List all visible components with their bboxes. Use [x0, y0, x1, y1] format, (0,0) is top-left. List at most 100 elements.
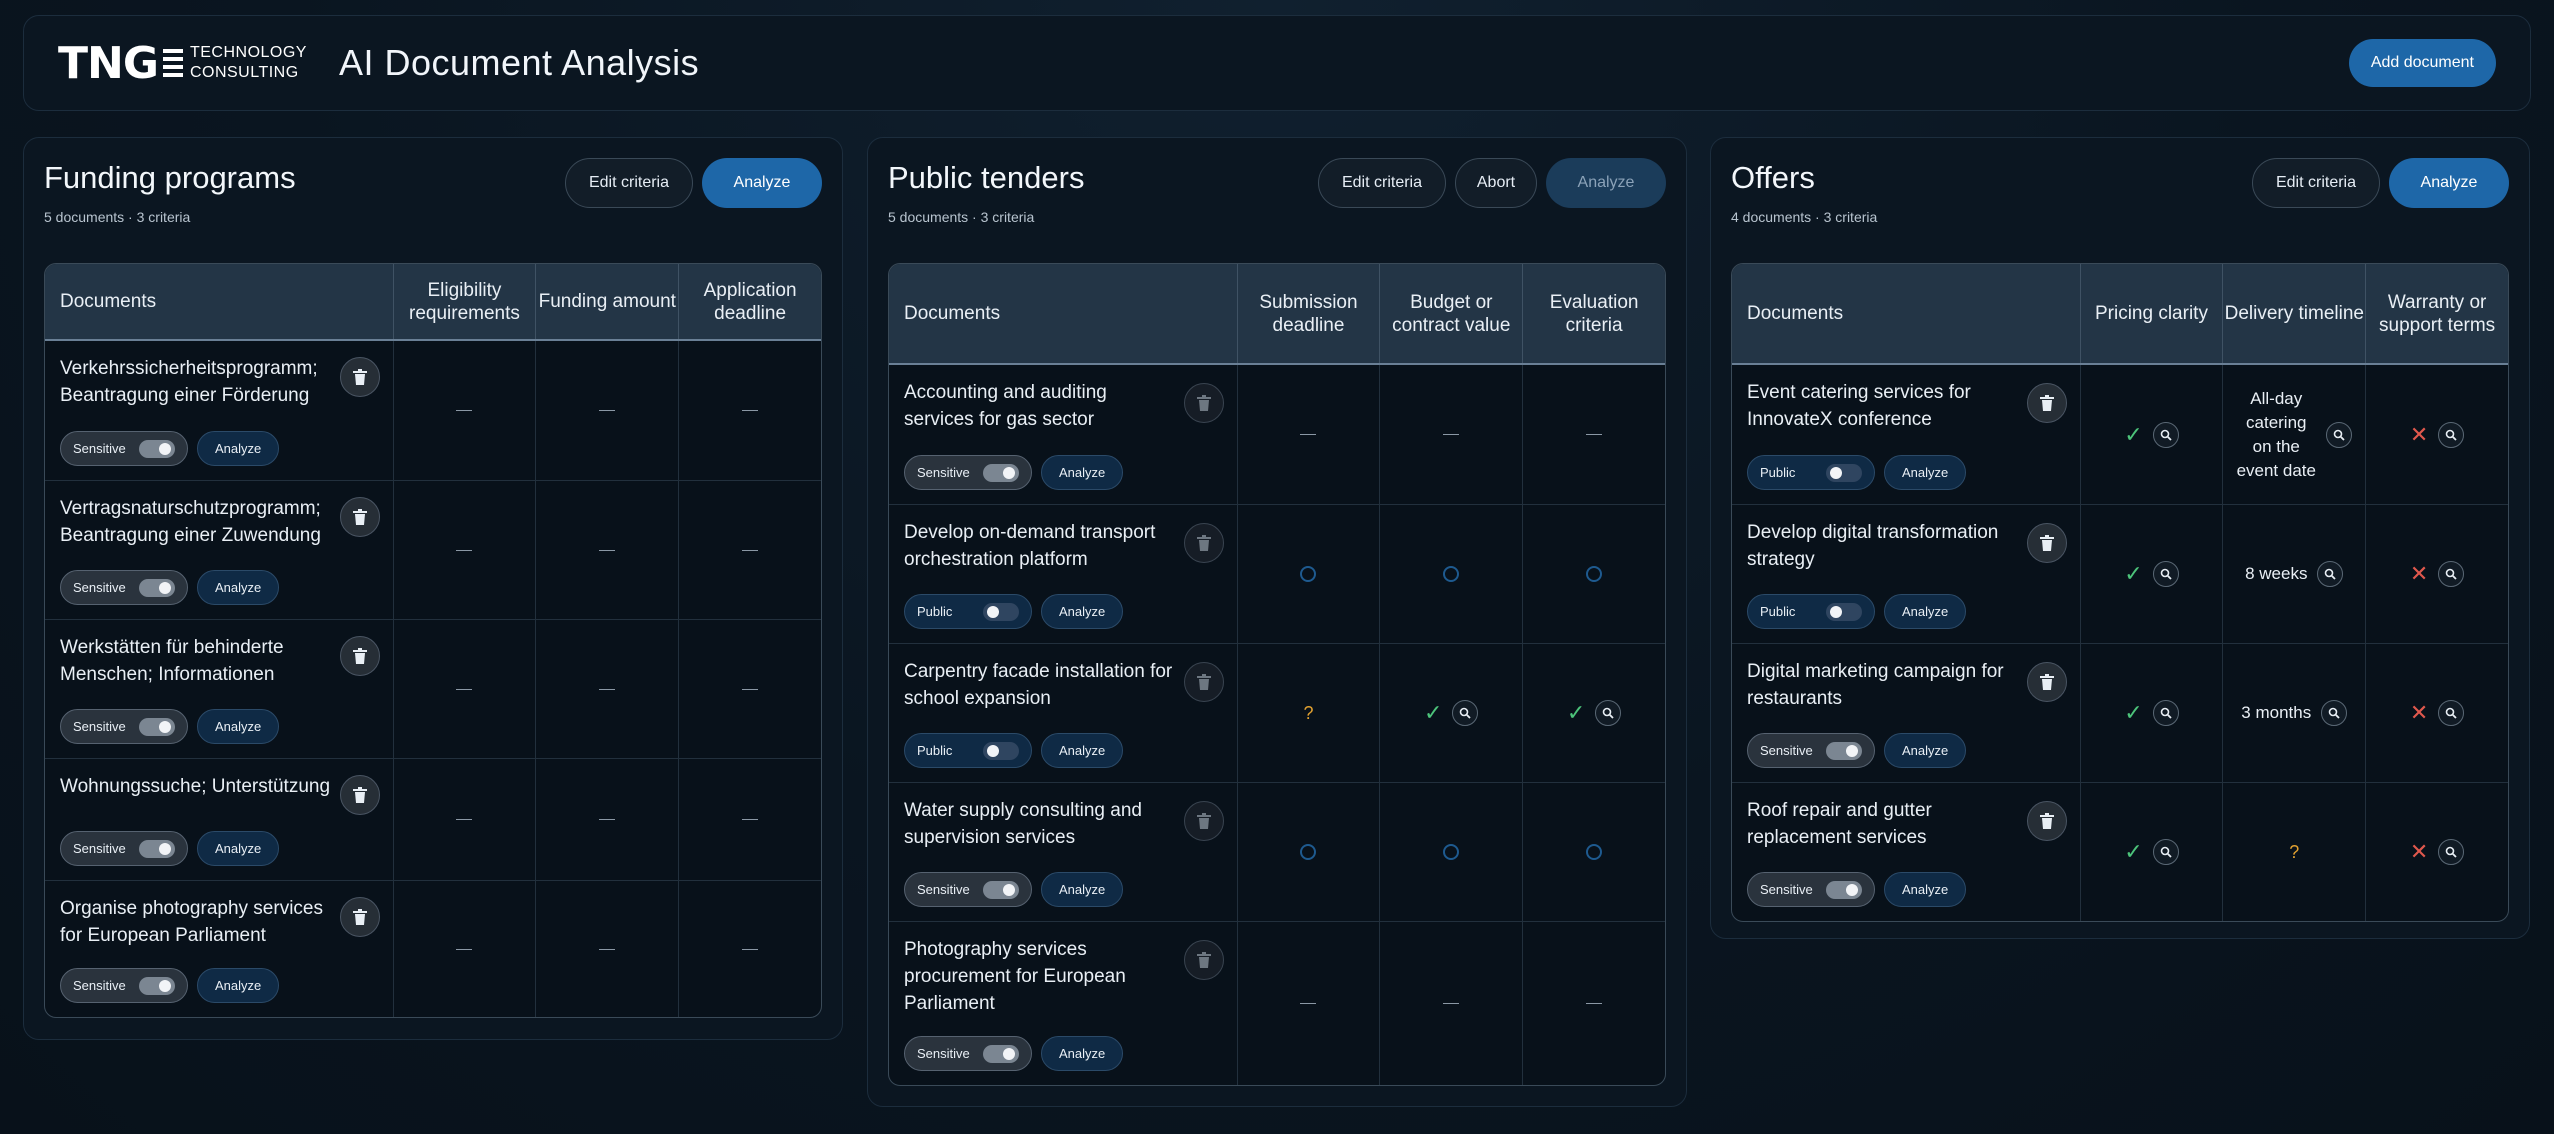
document-analyze-button[interactable]: Analyze [1041, 594, 1124, 629]
visibility-toggle[interactable]: Public [904, 733, 1032, 768]
analyze-button[interactable]: Analyze [2389, 158, 2509, 208]
criterion-cell [678, 759, 821, 880]
column-header-criterion: Eligibility requirements [392, 264, 536, 339]
delete-document-button[interactable] [1183, 662, 1224, 702]
document-analyze-button[interactable]: Analyze [197, 431, 280, 466]
visibility-toggle[interactable]: Sensitive [1747, 733, 1875, 768]
document-analyze-button[interactable]: Analyze [1884, 455, 1967, 490]
view-evidence-button[interactable] [2326, 421, 2353, 448]
view-evidence-button[interactable] [2317, 561, 2344, 587]
visibility-toggle[interactable]: Sensitive [60, 709, 188, 744]
criterion-cell [392, 620, 536, 758]
pending-dash-icon [599, 948, 616, 950]
delete-document-button[interactable] [2026, 801, 2067, 841]
view-evidence-button[interactable] [2152, 561, 2179, 587]
logo-sub-line-2: CONSULTING [189, 64, 299, 81]
criterion-cell [1236, 922, 1380, 1085]
document-analyze-button[interactable]: Analyze [1041, 733, 1124, 768]
view-evidence-button[interactable] [2321, 700, 2348, 726]
switch-icon [139, 839, 175, 858]
delete-document-button[interactable] [2026, 523, 2067, 563]
panel-public-tenders: Public tenders 5 documents · 3 criteria … [867, 137, 1687, 1107]
documents-table: Documents Eligibility requirements Fundi… [44, 263, 822, 1018]
panel-title: Funding programs [44, 160, 296, 195]
delete-document-button[interactable] [2026, 383, 2067, 423]
visibility-toggle[interactable]: Sensitive [904, 455, 1032, 490]
trash-icon [2039, 535, 2054, 551]
edit-criteria-button[interactable]: Edit criteria [1318, 158, 1446, 208]
magnifier-icon [2333, 429, 2345, 441]
view-evidence-button[interactable] [1595, 700, 1622, 726]
abort-button[interactable]: Abort [1455, 158, 1537, 208]
criterion-cell: ✕ [2365, 644, 2508, 782]
switch-icon [983, 741, 1019, 760]
view-evidence-button[interactable] [2438, 839, 2465, 865]
document-analyze-button[interactable]: Analyze [197, 709, 280, 744]
visibility-toggle[interactable]: Sensitive [60, 431, 188, 466]
criterion-cell: ✕ [2365, 365, 2508, 504]
view-evidence-button[interactable] [2438, 700, 2465, 726]
view-evidence-button[interactable] [2152, 700, 2179, 726]
delete-document-button[interactable] [1183, 940, 1224, 980]
delete-document-button[interactable] [339, 497, 380, 537]
view-evidence-button[interactable] [2438, 421, 2465, 448]
criterion-cell: 3 months [2222, 644, 2365, 782]
add-document-button[interactable]: Add document [2348, 39, 2496, 87]
criterion-cell [392, 759, 536, 880]
visibility-toggle[interactable]: Sensitive [904, 872, 1032, 907]
trash-icon [352, 509, 367, 525]
document-name: Carpentry facade installation for school… [904, 661, 1173, 709]
document-analyze-button[interactable]: Analyze [1041, 872, 1124, 907]
visibility-toggle[interactable]: Sensitive [60, 570, 188, 605]
switch-icon [1826, 741, 1862, 760]
document-analyze-button[interactable]: Analyze [1884, 594, 1967, 629]
document-name: Digital marketing campaign for restauran… [1747, 661, 2004, 709]
unknown-result-icon: ? [2289, 841, 2300, 862]
view-evidence-button[interactable] [2438, 561, 2465, 587]
criterion-cell [1379, 783, 1522, 921]
delete-document-button[interactable] [1183, 523, 1224, 563]
document-analyze-button[interactable]: Analyze [1884, 872, 1967, 907]
panel-subtitle: 5 documents · 3 criteria [888, 209, 1035, 225]
delete-document-button[interactable] [2026, 662, 2067, 702]
edit-criteria-button[interactable]: Edit criteria [2252, 158, 2380, 208]
delete-document-button[interactable] [1183, 801, 1224, 841]
document-analyze-button[interactable]: Analyze [1884, 733, 1967, 768]
criterion-cell [1379, 365, 1522, 504]
view-evidence-button[interactable] [1452, 700, 1479, 726]
document-analyze-button[interactable]: Analyze [1041, 1036, 1124, 1071]
document-analyze-button[interactable]: Analyze [1041, 455, 1124, 490]
pending-dash-icon [456, 688, 473, 690]
visibility-toggle[interactable]: Sensitive [60, 831, 188, 866]
delete-document-button[interactable] [339, 636, 380, 676]
document-name: Develop digital transformation strategy [1747, 522, 1999, 570]
delete-document-button[interactable] [339, 775, 380, 815]
table-row: Photography services procurement for Eur… [889, 921, 1665, 1085]
document-analyze-button[interactable]: Analyze [197, 831, 280, 866]
visibility-toggle[interactable]: Sensitive [904, 1036, 1032, 1071]
analyze-button[interactable]: Analyze [1546, 158, 1666, 208]
trash-icon [2039, 395, 2054, 411]
visibility-toggle[interactable]: Sensitive [60, 968, 188, 1003]
delete-document-button[interactable] [339, 897, 380, 937]
visibility-label: Sensitive [1760, 743, 1813, 758]
document-analyze-button[interactable]: Analyze [197, 968, 280, 1003]
visibility-label: Sensitive [73, 978, 126, 993]
analyze-button[interactable]: Analyze [702, 158, 822, 208]
delete-document-button[interactable] [339, 357, 380, 397]
delete-document-button[interactable] [1183, 383, 1224, 423]
switch-icon [983, 463, 1019, 482]
visibility-toggle[interactable]: Public [904, 594, 1032, 629]
table-row: Roof repair and gutter replacement servi… [1732, 782, 2508, 921]
document-analyze-button[interactable]: Analyze [197, 570, 280, 605]
document-name: Werkstätten für behinderte Menschen; Inf… [60, 637, 284, 685]
visibility-toggle[interactable]: Sensitive [1747, 872, 1875, 907]
view-evidence-button[interactable] [2152, 839, 2179, 865]
edit-criteria-button[interactable]: Edit criteria [565, 158, 693, 208]
criterion-cell: ✓ [1522, 644, 1665, 782]
visibility-toggle[interactable]: Public [1747, 594, 1875, 629]
view-evidence-button[interactable] [2152, 421, 2179, 448]
visibility-toggle[interactable]: Public [1747, 455, 1875, 490]
pending-dash-icon [1586, 434, 1603, 435]
visibility-label: Sensitive [73, 441, 126, 456]
